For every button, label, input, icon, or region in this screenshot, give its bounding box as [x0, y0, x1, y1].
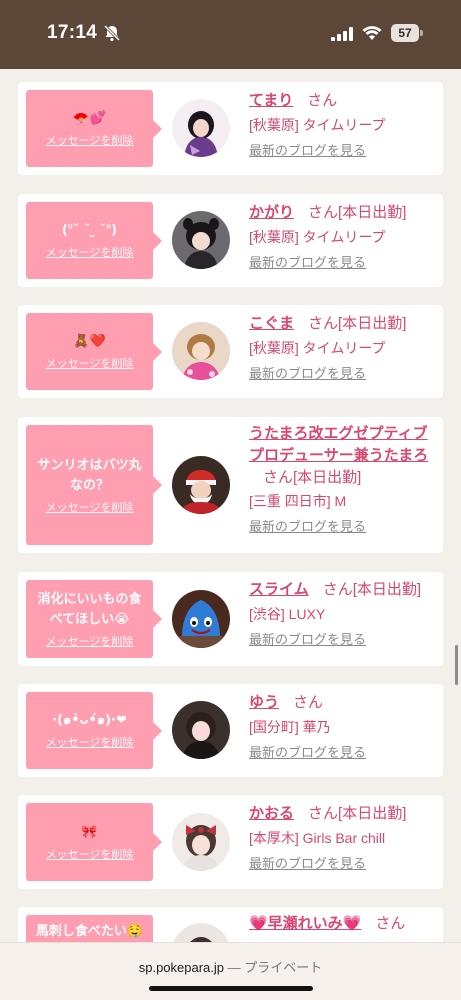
delete-message-link[interactable]: メッセージを削除 — [46, 132, 134, 148]
shop-name: [三重 四日市] M — [249, 493, 347, 509]
message-list[interactable]: 🪭💕 メッセージを削除 てまり さん [秋葉原] タイムリープ 最新のブログを見る… — [0, 69, 461, 942]
message-card: 🎀 メッセージを削除 かおる さん[本日出勤] [本厚木] Girls Bar c… — [18, 795, 443, 889]
avatar[interactable] — [172, 211, 230, 269]
on-duty-today-label: [本日出勤] — [338, 204, 407, 221]
avatar[interactable] — [172, 322, 230, 380]
url-domain: sp.pokepara.jp — [138, 960, 225, 975]
delete-message-link[interactable]: メッセージを削除 — [46, 633, 134, 649]
wifi-icon — [362, 26, 382, 40]
message-bubble: 🪭💕 メッセージを削除 — [26, 90, 162, 167]
message-card: ·(๑•̀ᴗ•́๑)·❤ メッセージを削除 ゆう さん [国分町] 華乃 最新のブ… — [18, 684, 443, 777]
message-card: (ᐡ˘ ˘ ̫ ˘ᐡ) メッセージを削除 かがり さん[本日出勤] [秋葉原] タ… — [18, 194, 443, 287]
message-text: 🎀 — [81, 824, 98, 840]
cast-info: スライム さん[本日出勤] [渋谷] LUXY 最新のブログを見る — [249, 578, 439, 651]
battery-icon: 57 — [391, 24, 423, 42]
message-card: 🧸❤️ メッセージを削除 こぐま さん[本日出勤] [秋葉原] タイムリープ 最新… — [18, 305, 443, 398]
message-bubble: サンリオはバツ丸なの？ メッセージを削除 — [26, 425, 162, 545]
message-text: サンリオはバツ丸なの？ — [37, 457, 142, 493]
private-mode-label: — プライベート — [227, 960, 323, 975]
bell-off-icon — [103, 24, 121, 42]
shop-name: [秋葉原] タイムリープ — [249, 340, 386, 356]
cast-name-link[interactable]: ゆう — [249, 694, 279, 711]
message-card: サンリオはバツ丸なの？ メッセージを削除 うたまろ改エグゼプティブプロデューサー… — [18, 417, 443, 553]
cast-info: てまり さん [秋葉原] タイムリープ 最新のブログを見る — [249, 89, 439, 162]
on-duty-today-label: [本日出勤] — [338, 805, 407, 822]
avatar[interactable] — [172, 813, 230, 871]
shop-name: [秋葉原] タイムリープ — [249, 229, 386, 245]
message-card: 馬刺し食べたい🤤 💗早瀬れいみ💗 さん — [18, 907, 443, 942]
delete-message-link[interactable]: メッセージを削除 — [46, 499, 134, 515]
message-bubble: 消化にいいもの食べてほしい😭 メッセージを削除 — [26, 580, 162, 658]
cast-info: かがり さん[本日出勤] [秋葉原] タイムリープ 最新のブログを見る — [249, 201, 439, 274]
url-text[interactable]: sp.pokepara.jp — プライベート — [0, 957, 461, 976]
cast-info: こぐま さん[本日出勤] [秋葉原] タイムリープ 最新のブログを見る — [249, 312, 439, 385]
cast-info: ゆう さん [国分町] 華乃 最新のブログを見る — [249, 691, 439, 764]
latest-blog-link[interactable]: 最新のブログを見る — [249, 629, 366, 651]
cellular-signal-icon — [331, 27, 353, 41]
delete-message-link[interactable]: メッセージを削除 — [46, 244, 134, 260]
on-duty-today-label: [本日出勤] — [352, 581, 422, 598]
avatar[interactable] — [172, 456, 230, 514]
cast-name-link[interactable]: うたまろ改エグゼプティブプロデューサー兼うたまろ — [249, 425, 428, 464]
status-bar: 17:14 57 — [0, 0, 461, 69]
message-text: 🧸❤️ — [73, 334, 106, 349]
delete-message-link[interactable]: メッセージを削除 — [46, 734, 134, 750]
message-text: 馬刺し食べたい🤤 — [35, 924, 144, 939]
avatar[interactable] — [172, 923, 230, 942]
message-text: (ᐡ˘ ˘ ̫ ˘ᐡ) — [61, 223, 118, 238]
shop-name: [渋谷] LUXY — [249, 606, 326, 622]
message-text: 🪭💕 — [73, 111, 106, 126]
avatar[interactable] — [172, 701, 230, 759]
message-bubble: ·(๑•̀ᴗ•́๑)·❤ メッセージを削除 — [26, 692, 162, 769]
cast-name-link[interactable]: かがり — [249, 204, 294, 221]
shop-name: [国分町] 華乃 — [249, 719, 331, 735]
latest-blog-link[interactable]: 最新のブログを見る — [249, 853, 366, 875]
latest-blog-link[interactable]: 最新のブログを見る — [249, 742, 366, 764]
cast-info: 💗早瀬れいみ💗 さん — [249, 915, 406, 932]
message-bubble: (ᐡ˘ ˘ ̫ ˘ᐡ) メッセージを削除 — [26, 202, 162, 279]
cast-info: うたまろ改エグゼプティブプロデューサー兼うたまろさん[本日出勤] [三重 四日市… — [249, 423, 439, 538]
cast-info: かおる さん[本日出勤] [本厚木] Girls Bar chill 最新のブログ… — [249, 802, 439, 875]
latest-blog-link[interactable]: 最新のブログを見る — [249, 363, 366, 385]
cast-name-link[interactable]: こぐま — [249, 315, 294, 332]
message-bubble: 🧸❤️ メッセージを削除 — [26, 313, 162, 390]
home-indicator[interactable] — [149, 986, 313, 991]
latest-blog-link[interactable]: 最新のブログを見る — [249, 516, 366, 538]
cast-name-link[interactable]: かおる — [249, 805, 294, 822]
status-time: 17:14 — [47, 22, 98, 43]
battery-level: 57 — [391, 24, 419, 42]
message-card: 消化にいいもの食べてほしい😭 メッセージを削除 スライム さん[本日出勤] [渋谷… — [18, 572, 443, 666]
message-card: 🪭💕 メッセージを削除 てまり さん [秋葉原] タイムリープ 最新のブログを見る — [18, 82, 443, 175]
cast-name-link[interactable]: 💗早瀬れいみ💗 — [249, 915, 361, 932]
message-text: ·(๑•̀ᴗ•́๑)·❤ — [52, 713, 127, 728]
delete-message-link[interactable]: メッセージを削除 — [46, 355, 134, 371]
scroll-indicator[interactable] — [455, 645, 458, 685]
shop-name: [秋葉原] タイムリープ — [249, 117, 386, 133]
avatar[interactable] — [172, 99, 230, 157]
latest-blog-link[interactable]: 最新のブログを見る — [249, 252, 366, 274]
cast-name-link[interactable]: てまり — [249, 92, 293, 109]
on-duty-today-label: [本日出勤] — [338, 315, 407, 332]
message-bubble: 馬刺し食べたい🤤 — [26, 915, 153, 942]
shop-name: [本厚木] Girls Bar chill — [249, 830, 386, 846]
avatar[interactable] — [172, 590, 230, 648]
message-bubble: 🎀 メッセージを削除 — [26, 803, 162, 881]
delete-message-link[interactable]: メッセージを削除 — [46, 846, 134, 862]
message-text: 消化にいいもの食べてほしい😭 — [37, 591, 142, 627]
cast-name-link[interactable]: スライム — [249, 581, 309, 598]
browser-url-bar[interactable]: sp.pokepara.jp — プライベート — [0, 942, 461, 1000]
on-duty-today-label: [本日出勤] — [293, 469, 362, 486]
latest-blog-link[interactable]: 最新のブログを見る — [249, 140, 366, 162]
